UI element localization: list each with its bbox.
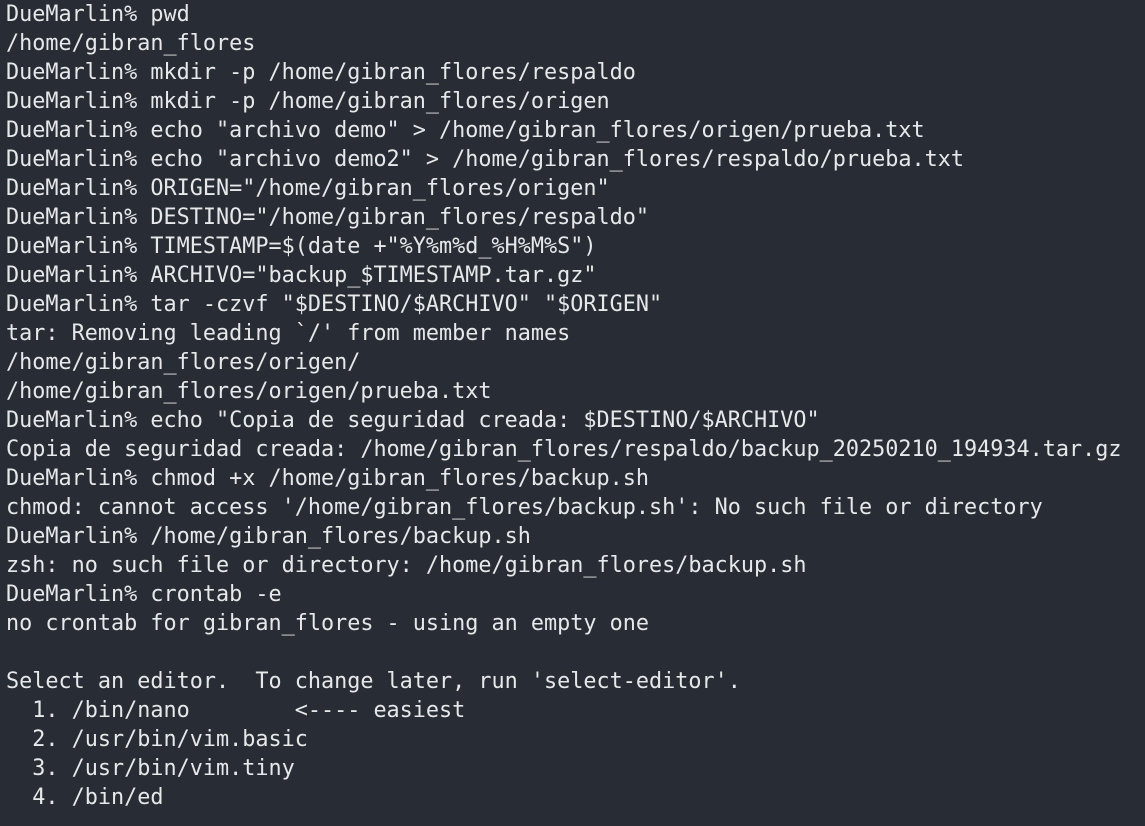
terminal-line: DueMarlin% echo "archivo demo" > /home/g…	[6, 118, 925, 143]
terminal-line: /home/gibran_flores	[6, 31, 256, 56]
terminal-line: DueMarlin% /home/gibran_flores/backup.sh	[6, 524, 531, 549]
terminal-window[interactable]: DueMarlin% pwd /home/gibran_flores DueMa…	[0, 0, 1145, 826]
terminal-line: tar: Removing leading `/' from member na…	[6, 321, 571, 346]
terminal-line: DueMarlin% crontab -e	[6, 582, 282, 607]
terminal-line: DueMarlin% mkdir -p /home/gibran_flores/…	[6, 89, 610, 114]
editor-option-nano: 1. /bin/nano <---- easiest	[6, 698, 466, 723]
terminal-line: DueMarlin% echo "Copia de seguridad crea…	[6, 408, 820, 433]
terminal-line: DueMarlin% pwd	[6, 2, 190, 27]
terminal-line: DueMarlin% ARCHIVO="backup_$TIMESTAMP.ta…	[6, 263, 597, 288]
terminal-line: DueMarlin% ORIGEN="/home/gibran_flores/o…	[6, 176, 610, 201]
terminal-line: Copia de seguridad creada: /home/gibran_…	[6, 437, 1122, 462]
terminal-line: chmod: cannot access '/home/gibran_flore…	[6, 495, 1043, 520]
terminal-line: zsh: no such file or directory: /home/gi…	[6, 553, 807, 578]
editor-prompt-line: Select an editor. To change later, run '…	[6, 669, 741, 694]
terminal-line: DueMarlin% mkdir -p /home/gibran_flores/…	[6, 60, 636, 85]
editor-option-vim-basic: 2. /usr/bin/vim.basic	[6, 727, 308, 752]
terminal-line: DueMarlin% DESTINO="/home/gibran_flores/…	[6, 205, 650, 230]
terminal-line: DueMarlin% tar -czvf "$DESTINO/$ARCHIVO"…	[6, 292, 663, 317]
editor-option-ed: 4. /bin/ed	[6, 785, 164, 810]
editor-option-vim-tiny: 3. /usr/bin/vim.tiny	[6, 756, 295, 781]
terminal-line: DueMarlin% echo "archivo demo2" > /home/…	[6, 147, 964, 172]
terminal-line: no crontab for gibran_flores - using an …	[6, 611, 650, 636]
terminal-line: /home/gibran_flores/origen/prueba.txt	[6, 379, 492, 404]
terminal-line: /home/gibran_flores/origen/	[6, 350, 361, 375]
terminal-line: DueMarlin% TIMESTAMP=$(date +"%Y%m%d_%H%…	[6, 234, 597, 259]
terminal-line: DueMarlin% chmod +x /home/gibran_flores/…	[6, 466, 650, 491]
